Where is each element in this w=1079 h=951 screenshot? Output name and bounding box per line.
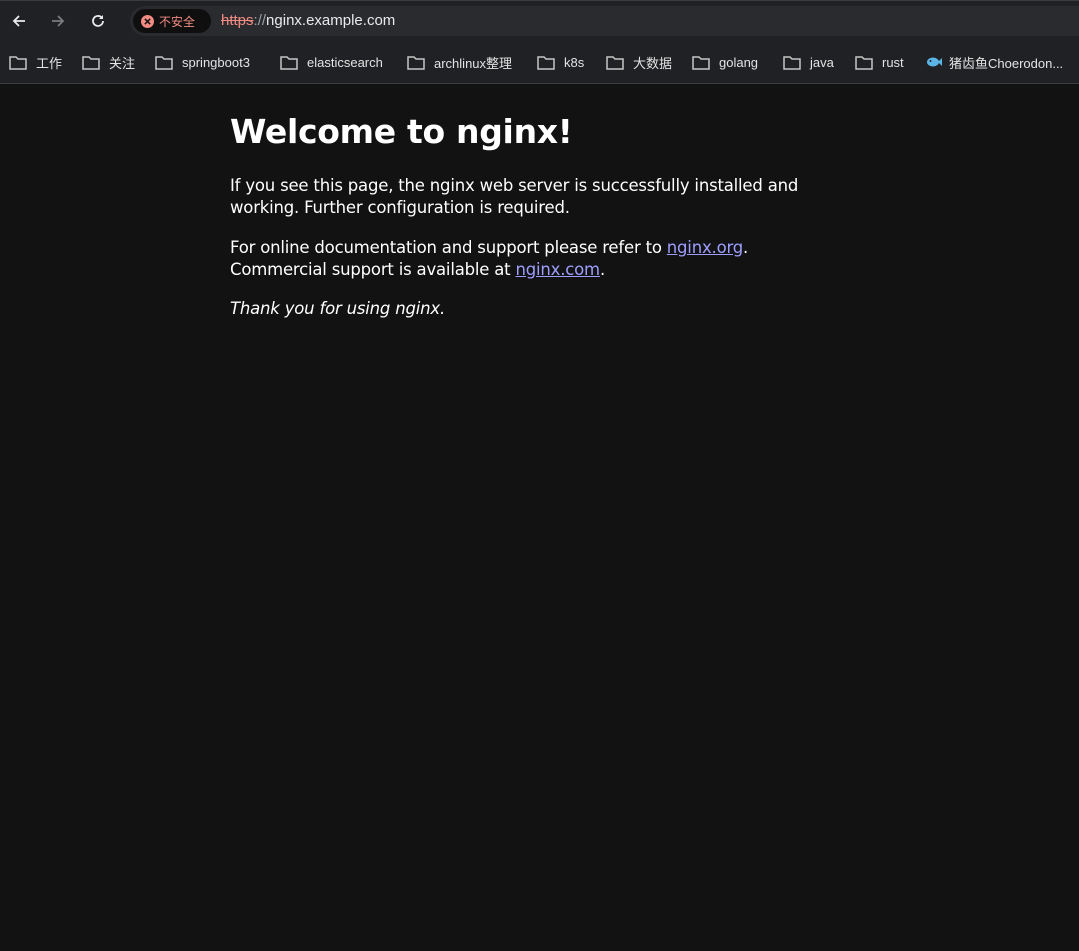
bookmarks-bar: 工作 关注 springboot3 elasticsearch archlinu… <box>0 40 1079 84</box>
page-title: Welcome to nginx! <box>230 112 573 151</box>
bookmark-label: archlinux整理 <box>434 55 513 71</box>
bookmark-folder[interactable]: java <box>783 52 834 72</box>
arrow-right-icon <box>52 15 65 27</box>
url-scheme: https <box>221 12 254 29</box>
commercial-suffix: . <box>599 260 605 279</box>
intro-line-1: If you see this page, the nginx web serv… <box>230 176 799 195</box>
address-bar[interactable]: 不安全 https://nginx.example.com <box>130 6 1079 36</box>
support-paragraph: For online documentation and support ple… <box>230 237 810 281</box>
support-suffix: . <box>743 238 749 257</box>
bookmark-label: 大数据 <box>633 55 673 71</box>
bookmark-folder[interactable]: 大数据 <box>606 52 672 72</box>
security-label: 不安全 <box>159 14 196 29</box>
url-host: nginx.example.com <box>266 12 396 29</box>
folder-icon <box>783 55 801 70</box>
bookmark-folder[interactable]: archlinux整理 <box>407 52 512 72</box>
bookmark-label: k8s <box>564 54 585 70</box>
folder-icon <box>9 55 27 70</box>
bookmark-label: rust <box>882 54 904 70</box>
bookmark-folder[interactable]: 关注 <box>82 52 135 72</box>
thanks-paragraph: Thank you for using nginx. <box>230 299 445 318</box>
intro-paragraph: If you see this page, the nginx web serv… <box>230 175 810 219</box>
bookmark-label: 工作 <box>36 55 63 71</box>
bookmark-folder[interactable]: elasticsearch <box>280 52 383 72</box>
arrow-left-icon <box>12 15 25 27</box>
bookmark-folder[interactable]: golang <box>692 52 758 72</box>
not-secure-icon <box>141 14 154 28</box>
folder-icon <box>280 55 298 70</box>
commercial-prefix: Commercial support is available at <box>230 260 516 279</box>
bookmark-label: springboot3 <box>182 54 250 70</box>
nginx-org-link[interactable]: nginx.org <box>667 238 743 257</box>
forward-button[interactable] <box>46 9 70 33</box>
bookmark-folder[interactable]: springboot3 <box>155 52 250 72</box>
fish-icon <box>927 57 942 67</box>
reload-icon <box>92 15 104 27</box>
folder-icon <box>537 55 555 70</box>
back-button[interactable] <box>7 9 31 33</box>
url-text[interactable]: https://nginx.example.com <box>221 12 395 29</box>
bookmark-folder[interactable]: rust <box>855 52 904 72</box>
folder-icon <box>82 55 100 70</box>
bookmark-label: 关注 <box>109 55 136 71</box>
folder-icon <box>407 55 425 70</box>
support-prefix: For online documentation and support ple… <box>230 238 667 257</box>
browser-toolbar: 不安全 https://nginx.example.com <box>0 0 1079 40</box>
folder-icon <box>155 55 173 70</box>
bookmark-label: elasticsearch <box>307 54 383 70</box>
bookmark-folder[interactable]: k8s <box>537 52 584 72</box>
bookmark-label: golang <box>719 54 759 70</box>
reload-button[interactable] <box>86 9 110 33</box>
folder-icon <box>692 55 710 70</box>
security-chip[interactable]: 不安全 <box>133 9 211 33</box>
url-separator: :// <box>253 12 267 29</box>
bookmark-label: 猪齿鱼Choerodon... <box>949 55 1064 71</box>
bookmark-label: java <box>810 54 834 70</box>
folder-icon <box>855 55 873 70</box>
bookmark-folder[interactable]: 工作 <box>9 52 62 72</box>
bookmark-link[interactable]: 猪齿鱼Choerodon... <box>926 52 1063 72</box>
nginx-com-link[interactable]: nginx.com <box>516 260 601 279</box>
folder-icon <box>606 55 624 70</box>
intro-line-2: working. Further configuration is requir… <box>230 198 570 217</box>
